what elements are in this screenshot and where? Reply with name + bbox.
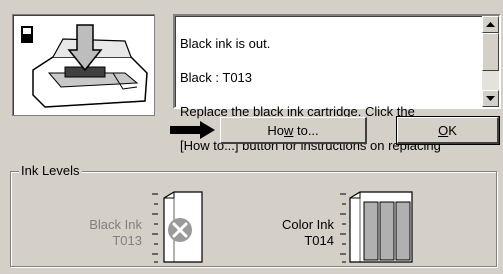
triangle-up-icon xyxy=(486,22,495,27)
ok-button[interactable]: OK xyxy=(396,116,500,145)
black-ink-code: T013 xyxy=(112,233,142,248)
message-line: Black : T013 xyxy=(180,70,253,85)
scroll-down-button[interactable] xyxy=(482,90,499,107)
message-box[interactable]: Black ink is out. Black : T013 Replace t… xyxy=(173,14,501,153)
how-to-button[interactable]: How to... xyxy=(220,117,367,144)
label-part: Ho xyxy=(267,122,284,138)
label-part: to... xyxy=(293,122,319,138)
label-part: K xyxy=(448,122,457,138)
black-ink-name: Black Ink xyxy=(89,217,142,232)
how-to-label: How to... xyxy=(267,123,318,138)
color-ink-code: T014 xyxy=(304,233,334,248)
scroll-up-button[interactable] xyxy=(482,16,499,33)
triangle-down-icon xyxy=(486,96,495,101)
black-cartridge-icon xyxy=(21,26,33,43)
message-line: Black ink is out. xyxy=(180,36,271,51)
ink-levels-label: Ink Levels xyxy=(19,163,82,178)
arrow-right-icon xyxy=(170,121,215,139)
ink-level-bar-1 xyxy=(363,201,379,261)
printer-illustration xyxy=(12,14,155,116)
vertical-scrollbar[interactable] xyxy=(482,16,499,107)
label-mnemonic: w xyxy=(283,122,294,138)
black-ink-cartridge xyxy=(152,191,203,263)
ok-label: OK xyxy=(438,123,457,138)
message-text: Black ink is out. Black : T013 Replace t… xyxy=(180,18,472,171)
black-ink-label: Black Ink T013 xyxy=(60,217,142,249)
color-ink-name: Color Ink xyxy=(281,217,334,232)
scrollbar-thumb[interactable] xyxy=(482,33,499,71)
color-ink-cartridge xyxy=(340,191,413,263)
ink-level-bar-2 xyxy=(379,201,395,261)
empty-x-icon xyxy=(168,218,192,242)
ink-level-bar-3 xyxy=(395,201,411,261)
label-mnemonic: O xyxy=(438,122,449,138)
color-ink-label: Color Ink T014 xyxy=(260,217,334,249)
